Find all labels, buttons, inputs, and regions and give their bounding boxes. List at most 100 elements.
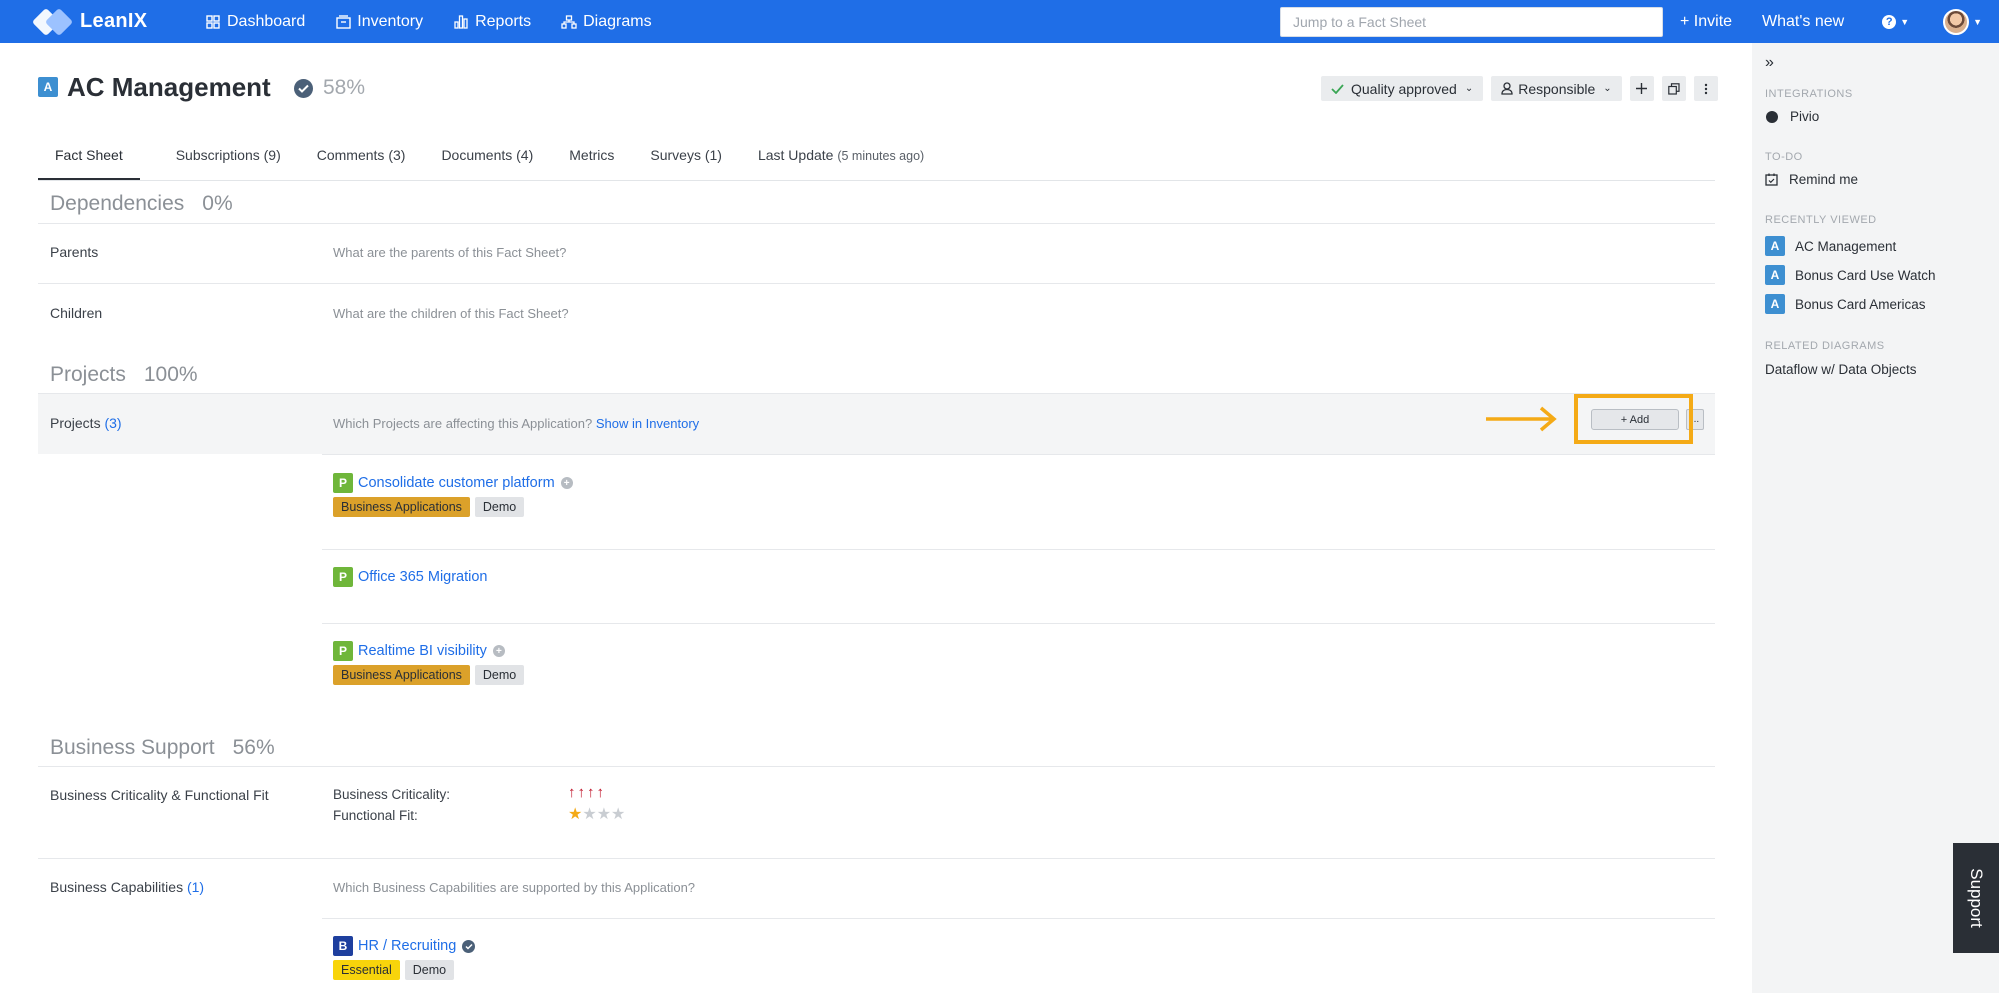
- calendar-icon: [1765, 173, 1779, 187]
- add-circle-icon[interactable]: +: [492, 645, 505, 657]
- highlight-box: [1574, 394, 1693, 444]
- capability-type-badge: B: [333, 936, 353, 956]
- children-label: Children: [50, 305, 103, 321]
- recently-viewed-heading: RECENTLY VIEWED: [1765, 214, 1877, 226]
- bar-chart-icon: [453, 14, 469, 29]
- capability-link[interactable]: HR / Recruiting: [358, 938, 456, 954]
- nav-reports-label: Reports: [475, 12, 532, 30]
- application-type-badge: A: [1765, 265, 1785, 285]
- capability-tags: Essential Demo: [333, 960, 459, 980]
- criticality-fit-label: Business Criticality & Functional Fit: [50, 787, 269, 803]
- recent-item-label: Bonus Card Use Watch: [1795, 267, 1936, 283]
- project-link[interactable]: Office 365 Migration: [358, 569, 488, 585]
- section-completion: 56%: [232, 736, 275, 759]
- tab-metrics[interactable]: Metrics: [569, 143, 614, 181]
- brand-name: LeanIX: [80, 10, 148, 32]
- tag-demo[interactable]: Demo: [474, 497, 525, 517]
- tag-demo[interactable]: Demo: [404, 960, 455, 980]
- business-criticality-indicator[interactable]: ↑ ↑ ↑ ↑: [568, 785, 606, 800]
- nav-dashboard[interactable]: Dashboard: [205, 13, 305, 31]
- show-in-inventory-link[interactable]: Show in Inventory: [596, 416, 699, 431]
- whats-new-button[interactable]: What's new: [1762, 13, 1844, 31]
- tag-essential[interactable]: Essential: [333, 960, 400, 980]
- integration-pivio[interactable]: Pivio: [1765, 109, 1819, 124]
- search-input[interactable]: Jump to a Fact Sheet: [1280, 7, 1663, 37]
- tab-comments[interactable]: Comments (3): [317, 143, 406, 181]
- support-button[interactable]: Support: [1953, 843, 1999, 953]
- avatar: [1943, 8, 1970, 35]
- copy-icon: [1667, 82, 1680, 95]
- quality-state-dropdown[interactable]: Quality approved ⌄: [1321, 76, 1484, 101]
- list-item: B HR / Recruiting: [333, 936, 476, 956]
- tag-business-applications[interactable]: Business Applications: [333, 497, 470, 517]
- parents-label: Parents: [50, 244, 99, 260]
- integrations-heading: INTEGRATIONS: [1765, 88, 1853, 100]
- tag-business-applications[interactable]: Business Applications: [333, 665, 470, 685]
- list-item: P Office 365 Migration: [333, 567, 488, 587]
- responsible-dropdown[interactable]: Responsible ⌄: [1491, 76, 1622, 101]
- chevron-down-icon: ▼: [1973, 16, 1983, 27]
- section-name: Dependencies: [50, 192, 185, 215]
- divider: [322, 918, 1715, 919]
- tab-label: Last Update: [757, 147, 834, 163]
- remind-me-link[interactable]: Remind me: [1765, 172, 1858, 187]
- application-type-badge: A: [1765, 236, 1785, 256]
- completion-score: 58%: [323, 76, 366, 99]
- nav-diagrams[interactable]: Diagrams: [561, 12, 652, 31]
- nav-diagrams-label: Diagrams: [583, 12, 652, 30]
- remind-me-label: Remind me: [1789, 172, 1859, 187]
- related-diagram-link[interactable]: Dataflow w/ Data Objects: [1765, 362, 1917, 377]
- user-menu[interactable]: ▼: [1943, 8, 1983, 35]
- page-title: AC Management: [67, 72, 271, 102]
- projects-count[interactable]: (3): [104, 415, 121, 431]
- add-circle-icon[interactable]: +: [560, 477, 573, 489]
- functional-fit-rating[interactable]: ★ ★ ★ ★: [568, 807, 625, 823]
- star-icon: ★: [611, 806, 626, 823]
- business-capabilities-count[interactable]: (1): [187, 879, 204, 895]
- annotation-arrow-icon: [1486, 406, 1557, 432]
- add-button[interactable]: [1629, 76, 1654, 101]
- help-menu[interactable]: ? ▼: [1882, 14, 1909, 29]
- tab-label: Metrics: [569, 147, 615, 163]
- search-placeholder: Jump to a Fact Sheet: [1293, 14, 1427, 30]
- business-capabilities-text: Business Capabilities: [50, 879, 184, 895]
- tab-surveys[interactable]: Surveys (1): [650, 143, 722, 181]
- parents-placeholder[interactable]: What are the parents of this Fact Sheet?: [333, 245, 566, 260]
- recent-item[interactable]: A AC Management: [1765, 236, 1896, 256]
- divider: [322, 454, 1715, 455]
- tab-fact-sheet[interactable]: Fact Sheet: [38, 143, 140, 181]
- project-link[interactable]: Consolidate customer platform: [358, 475, 555, 491]
- kebab-menu-icon: [1704, 83, 1707, 94]
- divider: [38, 766, 1715, 767]
- tab-last-update[interactable]: Last Update (5 minutes ago): [758, 143, 924, 181]
- diagram-icon: [561, 14, 577, 29]
- tab-label: Fact Sheet: [55, 147, 123, 163]
- section-completion: 0%: [202, 192, 233, 215]
- verified-check-icon: [294, 79, 313, 98]
- recent-item[interactable]: A Bonus Card Americas: [1765, 294, 1926, 314]
- business-capabilities-placeholder: Which Business Capabilities are supporte…: [333, 880, 696, 895]
- leanix-logo[interactable]: LeanIX: [31, 7, 148, 36]
- recent-item[interactable]: A Bonus Card Use Watch: [1765, 265, 1936, 285]
- tab-documents[interactable]: Documents (4): [441, 143, 533, 181]
- recent-item-label: Bonus Card Americas: [1795, 296, 1926, 312]
- project-link[interactable]: Realtime BI visibility: [358, 643, 487, 659]
- top-navigation-bar: LeanIX Dashboard Inventory Reports Diagr…: [0, 0, 1999, 43]
- collapse-panel-icon[interactable]: »: [1765, 54, 1774, 72]
- section-name: Projects: [50, 363, 126, 386]
- top-right-actions: + Invite What's new ? ▼ ▼: [1680, 0, 1982, 43]
- star-icon: ★: [582, 806, 597, 823]
- main-nav: Dashboard Inventory Reports Diagrams: [205, 0, 682, 43]
- more-options-button[interactable]: [1693, 76, 1718, 101]
- copy-button[interactable]: [1661, 76, 1686, 101]
- children-placeholder[interactable]: What are the children of this Fact Sheet…: [333, 306, 569, 321]
- nav-inventory[interactable]: Inventory: [335, 13, 423, 31]
- related-diagrams-heading: RELATED DIAGRAMS: [1765, 340, 1885, 352]
- tab-subscriptions[interactable]: Subscriptions (9): [176, 143, 281, 181]
- section-title-business-support: Business Support 56%: [50, 736, 275, 760]
- tag-demo[interactable]: Demo: [474, 665, 525, 685]
- nav-reports[interactable]: Reports: [453, 13, 531, 31]
- projects-label: Projects (3): [50, 415, 122, 431]
- invite-button[interactable]: + Invite: [1680, 13, 1732, 31]
- application-type-badge: A: [1765, 294, 1785, 314]
